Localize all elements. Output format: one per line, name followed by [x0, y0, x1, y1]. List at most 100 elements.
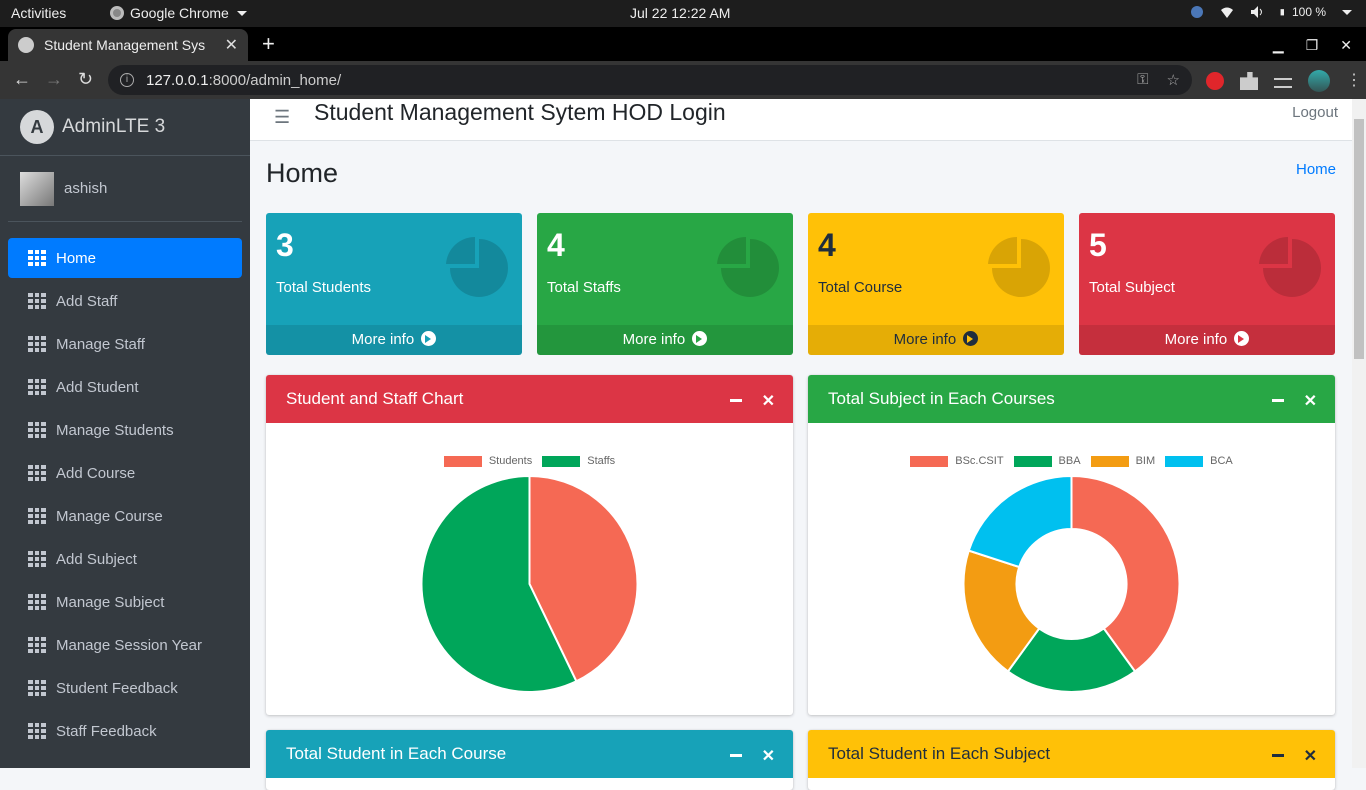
th-grid-icon — [28, 465, 46, 481]
close-window-icon[interactable]: ✕ — [1340, 37, 1352, 54]
more-info-link[interactable]: More info — [266, 325, 522, 355]
new-tab-button[interactable]: + — [262, 33, 275, 55]
stat-box-total-staffs: 4 Total Staffs More info — [537, 213, 793, 355]
minimize-icon[interactable]: ▁ — [1273, 37, 1284, 54]
content-wrapper: Home Home 3 Total Students More info 4 Tota… — [250, 141, 1352, 790]
pie-chart — [962, 474, 1181, 693]
th-grid-icon — [28, 551, 46, 567]
profile-avatar[interactable] — [1308, 70, 1330, 92]
sidebar-item-staff-feedback[interactable]: Staff Feedback — [8, 711, 242, 751]
sidebar-item-label: Home — [56, 249, 97, 267]
window-controls: ▁ ❐ ✕ — [1273, 37, 1352, 54]
sidebar-item-add-subject[interactable]: Add Subject — [8, 539, 242, 579]
sidebar-item-label: Manage Session Year — [56, 636, 202, 654]
more-info-label: More info — [351, 331, 415, 348]
close-icon[interactable]: ✕ — [1304, 746, 1317, 766]
key-icon[interactable]: ⚿ — [1137, 71, 1148, 89]
sidebar-item-home[interactable]: Home — [8, 238, 242, 278]
stat-label: Total Course — [818, 279, 903, 296]
sidebar-item-manage-staff[interactable]: Manage Staff — [8, 324, 242, 364]
chrome-menu-icon[interactable]: ⋮ — [1346, 72, 1362, 90]
sidebar-item-student-feedback[interactable]: Student Feedback — [8, 668, 242, 708]
arrow-circle-right-icon — [1234, 331, 1250, 346]
card-header: Total Subject in Each Courses ✕ — [808, 375, 1335, 423]
th-grid-icon — [28, 250, 46, 266]
forward-icon[interactable]: → — [45, 69, 63, 90]
hamburger-menu-icon[interactable]: ☰ — [274, 107, 290, 128]
user-panel[interactable]: ashish — [8, 156, 242, 222]
close-icon[interactable]: ✕ — [762, 746, 775, 766]
pie-slice-bca[interactable] — [967, 474, 1073, 569]
brand-link[interactable]: A AdminLTE 3 — [0, 99, 250, 156]
sidebar-item-label: Manage Subject — [56, 593, 165, 611]
card-header: Total Student in Each Subject ✕ — [808, 730, 1335, 778]
postgres-elephant-icon — [1190, 6, 1203, 18]
restore-icon[interactable]: ❐ — [1306, 37, 1319, 54]
url-path: :8000/admin_home/ — [208, 71, 342, 89]
sidebar-item-label: Manage Course — [56, 507, 163, 525]
page-scrollbar[interactable] — [1352, 99, 1366, 768]
user-avatar — [20, 171, 54, 206]
more-info-label: More info — [622, 331, 686, 348]
close-icon[interactable]: ✕ — [762, 391, 775, 411]
main-header: ☰ Student Management Sytem HOD Login Log… — [250, 99, 1352, 141]
breadcrumb-home[interactable]: Home — [1296, 161, 1336, 178]
stat-value: 5 — [1089, 227, 1107, 263]
sidebar-item-label: Add Course — [56, 464, 136, 482]
clock[interactable]: Jul 22 12:22 AM — [630, 5, 730, 21]
pie-chart-icon — [717, 237, 779, 297]
pie-chart-icon — [1259, 237, 1321, 297]
pie-chart — [420, 474, 639, 693]
sidebar-item-manage-students[interactable]: Manage Students — [8, 410, 242, 450]
os-top-bar: Activities Google Chrome Jul 22 12:22 AM… — [0, 0, 1366, 27]
system-tray[interactable]: 100 % — [1190, 5, 1352, 19]
more-info-link[interactable]: More info — [1079, 325, 1335, 355]
reload-icon[interactable]: ↻ — [78, 69, 93, 90]
media-queue-icon[interactable] — [1274, 78, 1292, 88]
site-info-icon[interactable]: i — [120, 73, 134, 87]
user-name[interactable]: ashish — [64, 180, 107, 197]
caret-down-icon — [236, 10, 247, 16]
arrow-circle-right-icon — [963, 331, 979, 346]
scrollbar-thumb[interactable] — [1354, 119, 1364, 359]
adblock-extension-icon[interactable] — [1206, 72, 1224, 90]
browser-tab-strip: Student Management Sys ✕ — [0, 27, 1366, 61]
card-title: Total Student in Each Course — [286, 744, 507, 763]
more-info-label: More info — [893, 331, 957, 348]
sidebar-item-label: Manage Staff — [56, 335, 145, 353]
close-icon[interactable]: ✕ — [1304, 391, 1317, 411]
adminlte-logo-icon: A — [20, 110, 54, 144]
close-tab-icon[interactable]: ✕ — [225, 35, 238, 55]
more-info-link[interactable]: More info — [537, 325, 793, 355]
sidebar-item-add-course[interactable]: Add Course — [8, 453, 242, 493]
pie-chart-icon — [446, 237, 508, 297]
tab-title: Student Management Sys — [44, 37, 206, 53]
th-grid-icon — [28, 293, 46, 309]
collapse-minus-icon[interactable] — [1271, 399, 1284, 402]
sidebar-item-add-student[interactable]: Add Student — [8, 367, 242, 407]
activities-button[interactable]: Activities — [11, 5, 66, 21]
th-grid-icon — [28, 336, 46, 352]
bookmark-star-icon[interactable]: ☆ — [1167, 71, 1180, 89]
address-bar[interactable]: i 127.0.0.1 :8000/admin_home/ ⚿ ☆ — [108, 65, 1192, 95]
battery-icon — [1280, 9, 1284, 16]
sidebar-item-manage-course[interactable]: Manage Course — [8, 496, 242, 536]
card-title: Total Subject in Each Courses — [828, 389, 1055, 408]
card-title: Student and Staff Chart — [286, 389, 464, 408]
logout-link[interactable]: Logout — [1292, 104, 1338, 121]
collapse-minus-icon[interactable] — [729, 754, 742, 757]
stat-value: 4 — [547, 227, 565, 263]
sidebar-item-manage-subject[interactable]: Manage Subject — [8, 582, 242, 622]
collapse-minus-icon[interactable] — [729, 399, 742, 402]
browser-tab[interactable]: Student Management Sys ✕ — [8, 29, 248, 61]
chrome-icon — [110, 6, 124, 20]
sidebar-item-manage-session-year[interactable]: Manage Session Year — [8, 625, 242, 665]
collapse-minus-icon[interactable] — [1271, 754, 1284, 757]
more-info-link[interactable]: More info — [808, 325, 1064, 355]
back-icon[interactable]: ← — [13, 69, 31, 90]
extensions-puzzle-icon[interactable] — [1240, 72, 1258, 90]
app-menu[interactable]: Google Chrome — [110, 5, 247, 21]
sidebar-item-label: Add Staff — [56, 292, 118, 310]
sidebar-item-add-staff[interactable]: Add Staff — [8, 281, 242, 321]
card-header: Student and Staff Chart ✕ — [266, 375, 793, 423]
